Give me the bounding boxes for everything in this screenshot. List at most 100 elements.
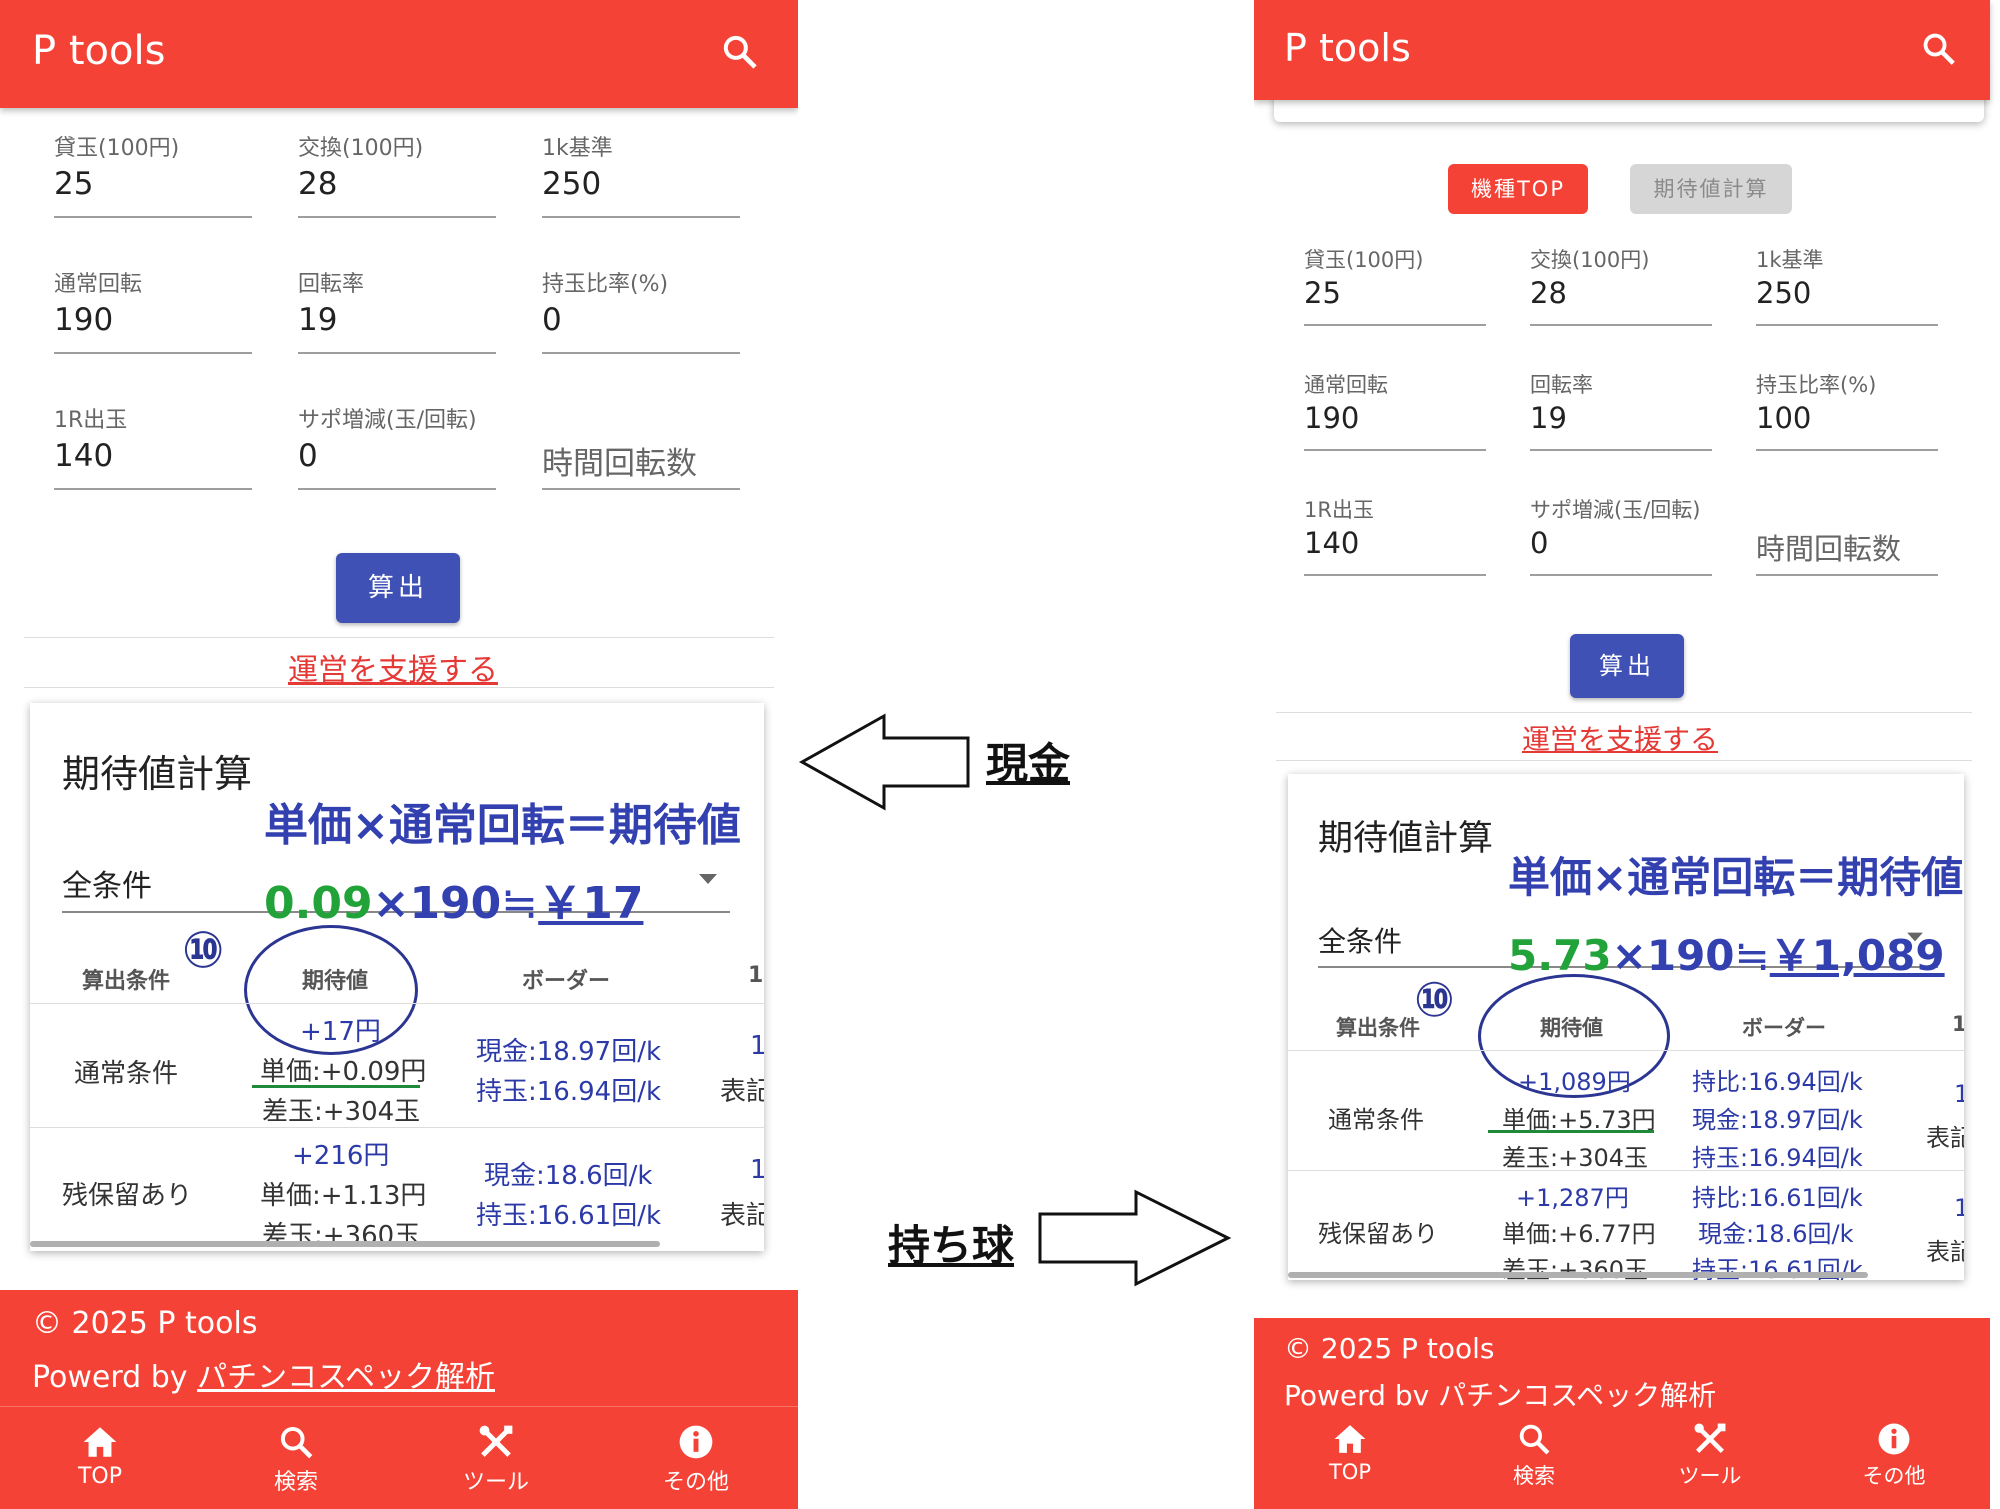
field-value[interactable]: 140: [1304, 526, 1359, 560]
left-screenshot: P tools 貸玉(100円) 25 交換(100円) 28 1k基準 250…: [0, 0, 798, 1509]
circled-number-annotation: ⑩: [1414, 972, 1455, 1028]
unit-price-value: 5.73: [1508, 931, 1612, 980]
tab-expected-value[interactable]: 期待値計算: [1630, 164, 1792, 214]
nav-search[interactable]: 検索: [246, 1424, 346, 1496]
nav-tools[interactable]: ツール: [1662, 1422, 1758, 1490]
field-rental-ball[interactable]: 貸玉(100円) 25: [54, 130, 252, 218]
field-value[interactable]: 19: [1530, 401, 1567, 435]
field-label: サポ増減(玉/回転): [1530, 498, 1701, 522]
field-value[interactable]: 28: [1530, 276, 1567, 310]
field-exchange[interactable]: 交換(100円) 28: [1530, 244, 1712, 326]
support-link[interactable]: 運営を支援する: [1522, 718, 1718, 758]
field-value[interactable]: 25: [54, 166, 93, 202]
horizontal-scrollbar[interactable]: [1288, 1272, 1868, 1278]
search-icon: [280, 1426, 313, 1459]
row-condition: 残保留あり: [62, 1181, 193, 1211]
nav-search[interactable]: 検索: [1486, 1422, 1582, 1490]
row-extra: 1: [750, 1155, 764, 1185]
home-icon: [83, 1427, 117, 1457]
field-normal-rotation[interactable]: 通常回転 190: [54, 266, 252, 354]
field-placeholder[interactable]: 時間回転数: [542, 438, 697, 483]
field-hourly-rotations[interactable]: 時間回転数: [542, 402, 740, 490]
nav-top[interactable]: TOP: [50, 1424, 150, 1489]
nav-other[interactable]: その他: [646, 1424, 746, 1496]
field-rental-ball[interactable]: 貸玉(100円) 25: [1304, 244, 1486, 326]
field-1r-payout[interactable]: 1R出玉 140: [1304, 494, 1486, 576]
field-value[interactable]: 100: [1756, 401, 1811, 435]
spec-analysis-link[interactable]: パチンコスペック解析: [1438, 1379, 1716, 1412]
nav-tools[interactable]: ツール: [446, 1424, 546, 1496]
field-held-ratio[interactable]: 持玉比率(%) 100: [1756, 369, 1938, 451]
field-rotation-rate[interactable]: 回転率 19: [298, 266, 496, 354]
spec-analysis-link[interactable]: パチンコスペック解析: [197, 1360, 495, 1395]
row-condition: 残保留あり: [1318, 1220, 1438, 1248]
row-extra-note: 表記: [1926, 1238, 1964, 1266]
field-rotation-rate[interactable]: 回転率 19: [1530, 369, 1712, 451]
condition-select[interactable]: 全条件: [62, 861, 152, 905]
field-value[interactable]: 25: [1304, 276, 1341, 310]
field-label: 交換(100円): [1530, 248, 1650, 272]
field-value[interactable]: 28: [298, 166, 337, 202]
field-hourly-rotations[interactable]: 時間回転数: [1756, 494, 1938, 576]
nav-top[interactable]: TOP: [1302, 1422, 1398, 1484]
header-condition: 算出条件: [1336, 1016, 1420, 1040]
field-value[interactable]: 0: [298, 438, 318, 474]
expected-value-card: 期待値計算 単価×通常回転＝期待値 全条件 5.73×190≒￥1,089 算出…: [1288, 774, 1964, 1280]
search-icon[interactable]: [1920, 30, 1958, 68]
row-expected-value: +1,089円: [1518, 1068, 1631, 1096]
condition-select[interactable]: 全条件: [1318, 920, 1402, 960]
header-extra: 1: [748, 963, 764, 988]
field-label: サポ増減(玉/回転): [298, 408, 477, 433]
chevron-down-icon[interactable]: [696, 871, 720, 887]
approx-sign: ≒: [501, 878, 539, 929]
left-arrow-annotation: [798, 713, 970, 811]
field-value[interactable]: 19: [298, 302, 337, 338]
field-placeholder[interactable]: 時間回転数: [1756, 526, 1901, 568]
row-divider: [30, 1127, 764, 1128]
field-value[interactable]: 0: [1530, 526, 1548, 560]
field-label: 1R出玉: [54, 408, 128, 433]
row-extra: 1: [1954, 1080, 1964, 1108]
field-value[interactable]: 190: [54, 302, 113, 338]
row-extra-note: 表記: [720, 1077, 764, 1107]
circled-number-annotation: ⑩: [182, 921, 225, 979]
card-title: 期待値計算: [62, 752, 253, 796]
divider: [24, 637, 774, 638]
nav-other[interactable]: その他: [1846, 1422, 1942, 1490]
field-support-change[interactable]: サポ増減(玉/回転) 0: [1530, 494, 1712, 576]
nav-label: 検索: [1513, 1464, 1555, 1488]
row-unit-price: 単価:+1.13円: [260, 1181, 427, 1211]
row-divider: [1288, 1050, 1964, 1051]
field-value[interactable]: 140: [54, 438, 113, 474]
field-value[interactable]: 0: [542, 302, 562, 338]
expected-result: ￥17: [538, 878, 644, 929]
calculate-button[interactable]: 算出: [1570, 634, 1684, 698]
info-icon: [1878, 1423, 1910, 1455]
row-unit-price: 単価:+6.77円: [1502, 1220, 1656, 1248]
field-1k-base[interactable]: 1k基準 250: [1756, 244, 1938, 326]
field-support-change[interactable]: サポ増減(玉/回転) 0: [298, 402, 496, 490]
support-link[interactable]: 運営を支援する: [288, 645, 498, 689]
app-title: P tools: [1284, 26, 1411, 70]
calculate-button[interactable]: 算出: [336, 553, 460, 623]
row-border-cash: 現金:18.6回/k: [1698, 1220, 1854, 1248]
header-border: ボーダー: [1742, 1016, 1826, 1040]
row-expected-value: +1,287円: [1516, 1184, 1629, 1212]
field-label: 通常回転: [1304, 373, 1388, 397]
horizontal-scrollbar[interactable]: [30, 1241, 660, 1247]
nav-label: TOP: [1328, 1460, 1372, 1484]
field-value[interactable]: 250: [1756, 276, 1811, 310]
field-1r-payout[interactable]: 1R出玉 140: [54, 402, 252, 490]
field-held-ratio[interactable]: 持玉比率(%) 0: [542, 266, 740, 354]
field-exchange[interactable]: 交換(100円) 28: [298, 130, 496, 218]
field-label: 1k基準: [1756, 248, 1824, 272]
app-bar: P tools: [0, 0, 798, 108]
field-value[interactable]: 190: [1304, 401, 1359, 435]
field-value[interactable]: 250: [542, 166, 601, 202]
field-normal-rotation[interactable]: 通常回転 190: [1304, 369, 1486, 451]
row-extra: 1: [1954, 1194, 1964, 1222]
tab-model-top[interactable]: 機種TOP: [1448, 164, 1588, 214]
formula-annotation: 単価×通常回転＝期待値: [1508, 853, 1964, 902]
field-1k-base[interactable]: 1k基準 250: [542, 130, 740, 218]
search-icon[interactable]: [720, 32, 760, 72]
